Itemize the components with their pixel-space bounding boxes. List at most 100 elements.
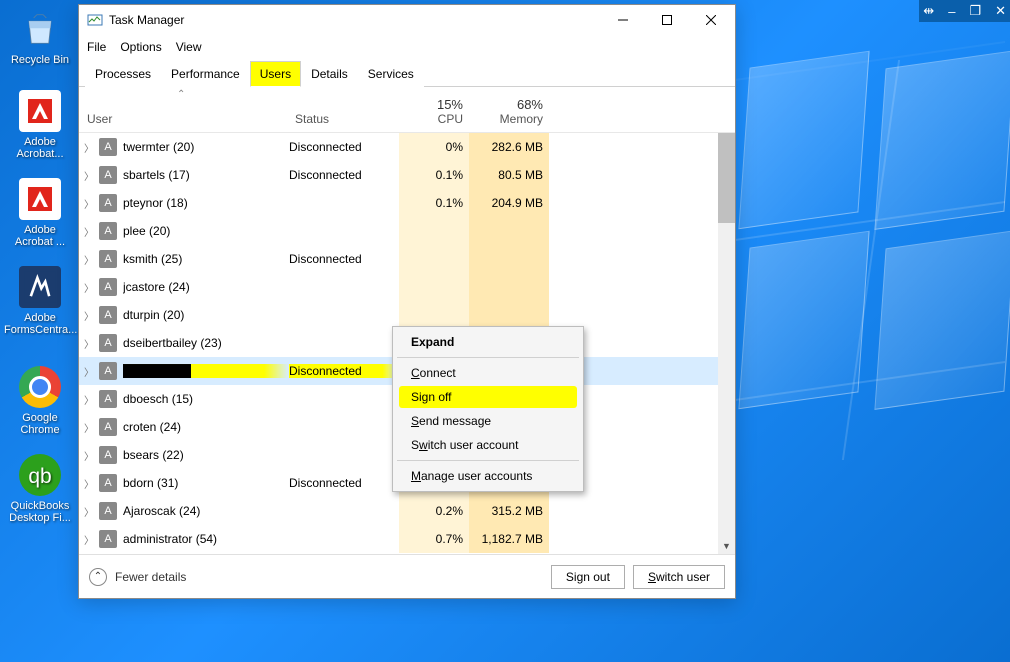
expand-chevron-icon[interactable]: 〉 (79, 252, 99, 267)
user-cpu (399, 273, 469, 301)
table-row[interactable]: 〉Ajcastore (24) (79, 273, 735, 301)
user-name: pteynor (18) (123, 196, 289, 210)
column-cpu[interactable]: 15%CPU (399, 87, 469, 132)
expand-chevron-icon[interactable]: 〉 (79, 504, 99, 519)
expand-chevron-icon[interactable]: 〉 (79, 448, 99, 463)
user-memory: 204.9 MB (469, 189, 549, 217)
column-memory[interactable]: 68%Memory (469, 87, 549, 132)
user-name: sbartels (17) (123, 168, 289, 182)
expand-chevron-icon[interactable]: 〉 (79, 476, 99, 491)
user-name: bsears (22) (123, 448, 289, 462)
tab-services[interactable]: Services (358, 61, 424, 87)
sort-indicator-icon: ⌃ (177, 89, 185, 100)
expand-chevron-icon[interactable]: 〉 (79, 224, 99, 239)
user-cpu (399, 245, 469, 273)
expand-chevron-icon[interactable]: 〉 (79, 196, 99, 211)
table-row[interactable]: 〉Asbartels (17)Disconnected0.1%80.5 MB (79, 161, 735, 189)
user-name: dseibertbailey (23) (123, 336, 289, 350)
scroll-thumb[interactable] (718, 133, 735, 223)
user-memory (469, 301, 549, 329)
menu-item-sign-off[interactable]: Sign off (399, 386, 577, 408)
menu-item-connect[interactable]: Connect (395, 361, 581, 385)
tab-processes[interactable]: Processes (85, 61, 161, 87)
menu-item-manage-users[interactable]: Manage user accounts (395, 464, 581, 488)
title-bar[interactable]: Task Manager (79, 5, 735, 35)
close-button[interactable] (689, 6, 733, 34)
expand-chevron-icon[interactable]: 〉 (79, 140, 99, 155)
column-status[interactable]: Status (289, 87, 399, 132)
close-icon[interactable]: ✕ (995, 3, 1006, 19)
user-icon: A (99, 222, 117, 240)
table-row[interactable]: 〉Apteynor (18)0.1%204.9 MB (79, 189, 735, 217)
expand-chevron-icon[interactable]: 〉 (79, 420, 99, 435)
minimize-icon[interactable]: – (948, 4, 955, 19)
scrollbar[interactable]: ▲ ▼ (718, 133, 735, 554)
footer: ⌃ Fewer details Sign out Switch user (79, 554, 735, 598)
expand-chevron-icon[interactable]: 〉 (79, 168, 99, 183)
desktop-icon-adobe-acrobat[interactable]: Adobe Acrobat... (4, 90, 76, 160)
table-row[interactable]: 〉Atwermter (20)Disconnected0%282.6 MB (79, 133, 735, 161)
expand-chevron-icon[interactable]: 〉 (79, 364, 99, 379)
sign-out-button[interactable]: Sign out (551, 565, 625, 589)
pin-icon[interactable]: ⇹ (923, 3, 934, 19)
user-memory: 315.2 MB (469, 497, 549, 525)
menu-item-switch-user[interactable]: Switch user account (395, 433, 581, 457)
remote-session-bar: ⇹ – ❐ ✕ (919, 0, 1010, 22)
table-row[interactable]: 〉Aadministrator (54)0.7%1,182.7 MB (79, 525, 735, 553)
desktop-icon-adobe-formscentral[interactable]: Adobe FormsCentra... (4, 266, 76, 336)
desktop-icon-recycle-bin[interactable]: Recycle Bin (4, 8, 76, 66)
context-menu: Expand Connect Sign off Send message Swi… (392, 326, 584, 492)
menu-file[interactable]: File (87, 40, 106, 54)
tab-details[interactable]: Details (301, 61, 358, 87)
minimize-button[interactable] (601, 6, 645, 34)
user-icon: A (99, 362, 117, 380)
table-row[interactable]: 〉Aksmith (25)Disconnected (79, 245, 735, 273)
window-title: Task Manager (109, 13, 601, 27)
user-name: ksmith (25) (123, 252, 289, 266)
expand-chevron-icon[interactable]: 〉 (79, 336, 99, 351)
desktop-icon-label: Recycle Bin (11, 54, 69, 66)
menu-options[interactable]: Options (120, 40, 161, 54)
user-cpu: 0.1% (399, 189, 469, 217)
table-row[interactable]: 〉AAjaroscak (24)0.2%315.2 MB (79, 497, 735, 525)
task-manager-window: Task Manager File Options View Processes… (78, 4, 736, 599)
desktop-icon-quickbooks[interactable]: qb QuickBooks Desktop Fi... (4, 454, 76, 524)
table-row[interactable]: 〉Aplee (20) (79, 217, 735, 245)
expand-chevron-icon[interactable]: 〉 (79, 308, 99, 323)
desktop-icon-google-chrome[interactable]: Google Chrome (4, 366, 76, 436)
menu-bar: File Options View (79, 35, 735, 59)
menu-view[interactable]: View (176, 40, 202, 54)
menu-item-send-message[interactable]: Send message (395, 409, 581, 433)
user-cpu: 0.1% (399, 161, 469, 189)
user-icon: A (99, 278, 117, 296)
scroll-down-icon[interactable]: ▼ (718, 537, 735, 554)
maximize-button[interactable] (645, 6, 689, 34)
user-cpu (399, 217, 469, 245)
tab-performance[interactable]: Performance (161, 61, 250, 87)
user-icon: A (99, 446, 117, 464)
user-icon: A (99, 418, 117, 436)
expand-chevron-icon[interactable]: 〉 (79, 532, 99, 547)
user-name: twermter (20) (123, 140, 289, 154)
fewer-details-toggle[interactable]: ⌃ Fewer details (89, 568, 186, 586)
expand-chevron-icon[interactable]: 〉 (79, 280, 99, 295)
menu-item-expand[interactable]: Expand (395, 330, 581, 354)
table-row[interactable]: 〉Adturpin (20) (79, 301, 735, 329)
restore-icon[interactable]: ❐ (969, 3, 981, 19)
tab-users[interactable]: Users (250, 61, 301, 87)
user-cpu: 0% (399, 133, 469, 161)
tab-strip: Processes Performance Users Details Serv… (79, 59, 735, 87)
user-icon: A (99, 530, 117, 548)
separator (397, 357, 579, 358)
switch-user-button[interactable]: Switch user (633, 565, 725, 589)
desktop-icon-adobe-acrobat-2[interactable]: Adobe Acrobat ... (4, 178, 76, 248)
user-icon: A (99, 474, 117, 492)
user-icon: A (99, 250, 117, 268)
expand-chevron-icon[interactable]: 〉 (79, 392, 99, 407)
desktop-icon-label: Adobe Acrobat ... (15, 224, 65, 248)
user-memory (469, 245, 549, 273)
user-icon: A (99, 334, 117, 352)
desktop-icon-label: Google Chrome (20, 412, 59, 436)
user-name: bdorn (31) (123, 476, 289, 490)
column-headers: ⌃ User Status 15%CPU 68%Memory (79, 87, 735, 133)
